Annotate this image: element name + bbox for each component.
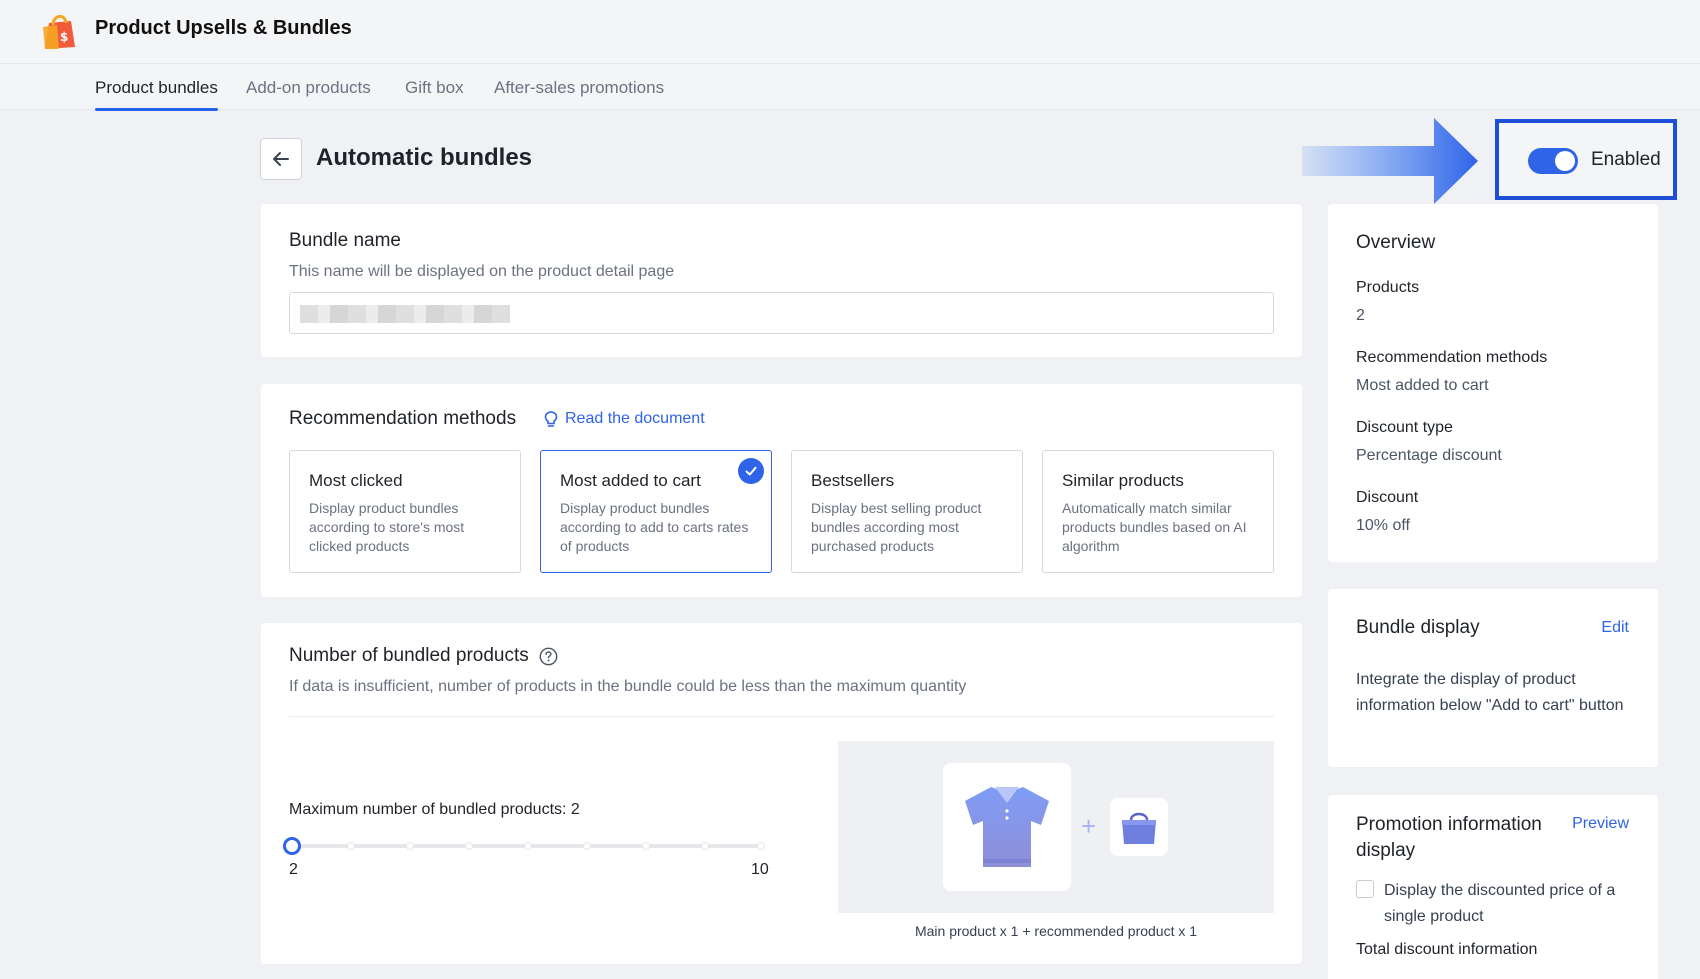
slider-min-label: 2 bbox=[289, 861, 298, 878]
method-bestsellers[interactable]: Bestsellers Display best selling product… bbox=[791, 450, 1023, 573]
enabled-status-highlight: Enabled bbox=[1495, 119, 1677, 200]
overview-value: Most added to cart bbox=[1356, 377, 1489, 394]
handbag-icon bbox=[1122, 812, 1156, 844]
overview-value: Percentage discount bbox=[1356, 447, 1502, 464]
top-bar: $ Product Upsells & Bundles bbox=[0, 0, 1700, 64]
redacted-value bbox=[300, 305, 510, 323]
promotion-preview-link[interactable]: Preview bbox=[1572, 815, 1629, 833]
divider bbox=[289, 716, 1274, 717]
svg-text:$: $ bbox=[60, 30, 68, 44]
bundle-display-description: Integrate the display of product informa… bbox=[1356, 671, 1624, 714]
highlight-arrow-icon bbox=[1302, 118, 1478, 204]
discounted-price-checkbox-label: Display the discounted price of a single… bbox=[1384, 882, 1616, 925]
bundle-name-hint: This name will be displayed on the produ… bbox=[289, 263, 675, 280]
bundle-display-edit-link[interactable]: Edit bbox=[1601, 619, 1629, 637]
read-document-label: Read the document bbox=[565, 410, 705, 427]
app-title: Product Upsells & Bundles bbox=[95, 17, 352, 39]
method-description: Display product bundles according to add… bbox=[560, 500, 749, 554]
shopping-bag-logo-icon: $ bbox=[43, 15, 75, 49]
method-title: Bestsellers bbox=[811, 471, 895, 490]
main-product-tile bbox=[943, 763, 1071, 891]
slider-step-dot bbox=[406, 842, 414, 850]
method-description: Display best selling product bundles acc… bbox=[811, 500, 982, 554]
slider-step-dot bbox=[524, 842, 532, 850]
read-document-link[interactable]: Read the document bbox=[543, 410, 705, 428]
recommendation-methods-heading: Recommendation methods bbox=[289, 408, 517, 429]
overview-label: Discount bbox=[1356, 489, 1419, 506]
method-most-clicked[interactable]: Most clicked Display product bundles acc… bbox=[289, 450, 521, 573]
bundled-products-hint: If data is insufficient, number of produ… bbox=[289, 678, 967, 695]
tab-add-on-products[interactable]: Add-on products bbox=[246, 78, 371, 98]
page-title: Automatic bundles bbox=[316, 144, 533, 171]
bundle-display-card: Bundle display Edit Integrate the displa… bbox=[1328, 589, 1658, 767]
slider-step-dot bbox=[347, 842, 355, 850]
bundle-name-input[interactable] bbox=[289, 292, 1274, 334]
tab-product-bundles[interactable]: Product bundles bbox=[95, 78, 218, 111]
bundle-name-card: Bundle name This name will be displayed … bbox=[261, 204, 1302, 357]
bundle-display-heading: Bundle display bbox=[1356, 617, 1480, 638]
overview-card: Overview Products 2 Recommendation metho… bbox=[1328, 204, 1658, 562]
help-icon[interactable] bbox=[539, 647, 558, 666]
overview-item-discount-type: Discount type Percentage discount bbox=[1356, 419, 1502, 465]
overview-item-recommendation: Recommendation methods Most added to car… bbox=[1356, 349, 1547, 395]
discounted-price-checkbox[interactable] bbox=[1356, 880, 1374, 898]
method-description: Automatically match similar products bun… bbox=[1062, 500, 1247, 554]
overview-item-discount: Discount 10% off bbox=[1356, 489, 1418, 535]
overview-item-products: Products 2 bbox=[1356, 279, 1419, 325]
method-title: Most clicked bbox=[309, 471, 403, 490]
slider-step-dot bbox=[757, 842, 765, 850]
slider-step-dot bbox=[583, 842, 591, 850]
slider-max-label: 10 bbox=[751, 861, 769, 878]
slider-handle[interactable] bbox=[283, 837, 301, 855]
recommendation-methods-card: Recommendation methods Read the document… bbox=[261, 384, 1302, 597]
overview-label: Products bbox=[1356, 279, 1420, 296]
enabled-toggle[interactable] bbox=[1528, 148, 1578, 174]
overview-value: 10% off bbox=[1356, 517, 1410, 534]
lightbulb-icon bbox=[544, 411, 558, 427]
overview-heading: Overview bbox=[1356, 232, 1436, 253]
bundled-products-heading: Number of bundled products bbox=[289, 645, 529, 666]
bundle-name-heading: Bundle name bbox=[289, 230, 401, 251]
overview-label: Recommendation methods bbox=[1356, 349, 1548, 366]
slider-step-dot bbox=[642, 842, 650, 850]
bundled-products-card: Number of bundled products If data is in… bbox=[261, 623, 1302, 964]
back-button[interactable] bbox=[260, 138, 302, 180]
promotion-info-card: Promotion information display Preview Di… bbox=[1328, 795, 1658, 979]
method-description: Display product bundles according to sto… bbox=[309, 500, 465, 554]
enabled-label: Enabled bbox=[1591, 149, 1661, 170]
toggle-knob bbox=[1555, 151, 1575, 171]
method-similar-products[interactable]: Similar products Automatically match sim… bbox=[1042, 450, 1274, 573]
tab-bar: Product bundles Add-on products Gift box… bbox=[0, 64, 1700, 111]
max-bundled-label: Maximum number of bundled products: 2 bbox=[289, 801, 580, 818]
total-discount-subheading: Total discount information bbox=[1356, 941, 1538, 958]
preview-caption: Main product x 1 + recommended product x… bbox=[914, 923, 1198, 939]
bundle-preview: + bbox=[838, 741, 1274, 913]
plus-icon: + bbox=[1081, 811, 1097, 841]
method-title: Similar products bbox=[1062, 471, 1184, 490]
slider-step-dot bbox=[465, 842, 473, 850]
recommended-product-tile bbox=[1110, 798, 1168, 856]
overview-value: 2 bbox=[1356, 307, 1365, 324]
tab-after-sales-promotions[interactable]: After-sales promotions bbox=[494, 78, 664, 98]
shirt-icon bbox=[965, 787, 1049, 867]
method-most-added-to-cart[interactable]: Most added to cart Display product bundl… bbox=[540, 450, 772, 573]
tab-gift-box[interactable]: Gift box bbox=[405, 78, 464, 98]
selected-check-icon bbox=[738, 458, 764, 484]
max-bundled-slider[interactable] bbox=[283, 837, 765, 855]
overview-label: Discount type bbox=[1356, 419, 1453, 436]
arrow-left-icon bbox=[273, 152, 289, 166]
slider-step-dot bbox=[701, 842, 709, 850]
promotion-info-heading: Promotion information display bbox=[1356, 814, 1542, 861]
